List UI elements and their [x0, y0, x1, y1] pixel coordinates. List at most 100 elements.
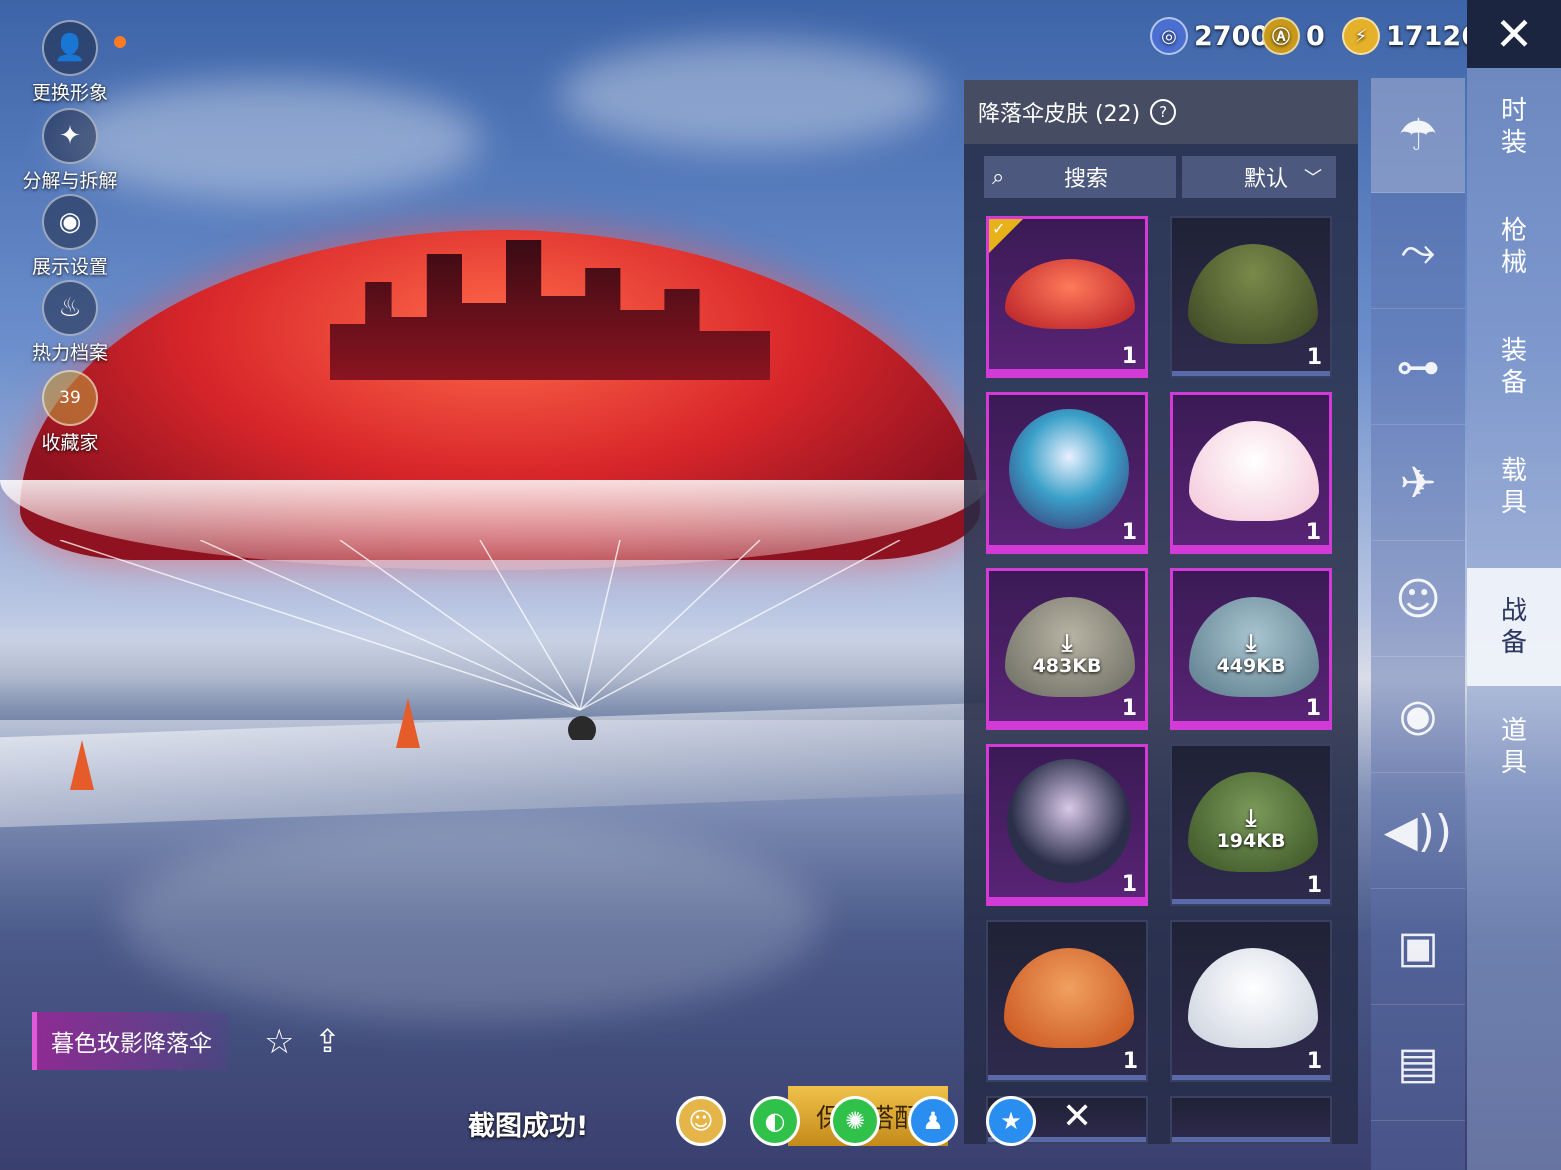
avatar-icon: 👤	[42, 20, 98, 76]
skin-thumbnail	[1004, 948, 1134, 1048]
notification-dot	[114, 36, 126, 48]
tab-equipment[interactable]: 装备	[1467, 308, 1561, 426]
panel-header: 降落伞皮肤 (22) ?	[964, 80, 1358, 144]
heat-archive-label: 热力档案	[31, 342, 108, 364]
close-button[interactable]: ✕	[1467, 0, 1561, 68]
skin-thumbnail	[1188, 948, 1318, 1048]
skin-thumbnail	[1189, 421, 1319, 521]
parachute-lines	[59, 540, 901, 740]
search-placeholder: 搜索	[1064, 167, 1109, 192]
download-overlay[interactable]: ⤓ 483KB	[989, 631, 1145, 677]
chat-bubble-icon[interactable]: ▣	[1371, 890, 1465, 1005]
download-icon: ⤓	[1245, 629, 1257, 657]
category-icon-column: ☂ ⤳ ⊶ ✈ ☺ ◉ ◀)) ▣ ▤	[1371, 78, 1465, 1170]
share-avatar-icon[interactable]: ☺	[676, 1096, 726, 1146]
display-settings-label: 展示设置	[31, 256, 108, 278]
decompose-button[interactable]: ✦ 分解与拆解	[18, 108, 122, 193]
selected-item-name: 暮色玫影降落伞	[32, 1012, 228, 1070]
close-icon: ✕	[1494, 7, 1534, 61]
bp-lightning-icon: ⚡	[1342, 17, 1380, 55]
emote-icon[interactable]: ☺	[1371, 542, 1465, 657]
skin-list-panel: 降落伞皮肤 (22) ? ⌕ 搜索 默认 ﹀ ✓ 1 1 1 1 ⤓ 483KB …	[964, 80, 1358, 1144]
companion-icon[interactable]: ◉	[1371, 658, 1465, 773]
share-close-icon[interactable]: ✕	[1062, 1096, 1092, 1137]
main-category-tabs: 时装 枪械 装备 载具 战备 道具	[1467, 68, 1561, 1170]
download-size: 194KB	[1216, 830, 1286, 852]
item-count: 1	[1121, 872, 1137, 897]
skin-card[interactable]: 1	[1170, 392, 1332, 554]
skin-thumbnail	[1009, 409, 1129, 529]
airplane-icon[interactable]: ✈	[1371, 426, 1465, 541]
drone-icon[interactable]: ⊶	[1371, 310, 1465, 425]
gold-ag-icon: Ⓐ	[1262, 17, 1300, 55]
screenshot-toast: 截图成功!	[468, 1111, 589, 1142]
skin-card[interactable]: ⤓ 483KB 1	[986, 568, 1148, 730]
heat-archive-button[interactable]: ♨ 热力档案	[18, 280, 122, 365]
collector-badge-icon: 39	[42, 370, 98, 426]
equipped-check-icon: ✓	[989, 219, 1023, 253]
help-icon[interactable]: ?	[1150, 99, 1177, 125]
skin-card[interactable]: 1	[986, 744, 1148, 906]
bp-amount: 17126	[1386, 20, 1480, 52]
download-overlay[interactable]: ⤓ 194KB	[1172, 806, 1330, 852]
eye-icon: ◉	[42, 194, 98, 250]
ag-amount: 0	[1306, 20, 1325, 52]
skin-card[interactable]: ⤓ 449KB 1	[1170, 568, 1332, 730]
qq-icon[interactable]: ♟	[908, 1096, 958, 1146]
tab-weapons[interactable]: 枪械	[1467, 188, 1561, 306]
uc-coin-icon: ◎	[1150, 17, 1188, 55]
qzone-icon[interactable]: ★	[986, 1096, 1036, 1146]
search-input[interactable]: ⌕ 搜索	[984, 156, 1176, 198]
gallery-icon[interactable]: ▤	[1371, 1006, 1465, 1121]
traffic-cone	[70, 740, 94, 790]
item-count: 1	[1122, 1049, 1138, 1074]
wechat-icon[interactable]: ◐	[750, 1096, 800, 1146]
uc-amount: 2700	[1194, 20, 1270, 52]
currency-bp[interactable]: ⚡ 17126	[1342, 16, 1480, 56]
sound-icon[interactable]: ◀))	[1371, 774, 1465, 889]
favorite-star-icon[interactable]: ☆	[264, 1022, 294, 1062]
collector-button[interactable]: 39 收藏家	[18, 370, 122, 455]
skin-card[interactable]: 1	[1170, 216, 1332, 378]
skin-card[interactable]: 1	[986, 392, 1148, 554]
skin-thumbnail	[1188, 244, 1318, 344]
sort-label: 默认	[1243, 167, 1288, 192]
skin-card[interactable]	[1170, 1096, 1332, 1144]
download-size: 483KB	[1032, 655, 1102, 677]
currency-uc[interactable]: ◎ 2700	[1150, 16, 1269, 56]
decompose-label: 分解与拆解	[22, 170, 118, 192]
currency-ag[interactable]: Ⓐ 0	[1262, 16, 1325, 56]
share-icon[interactable]: ⇪	[314, 1022, 341, 1060]
sort-dropdown[interactable]: 默认 ﹀	[1182, 156, 1336, 198]
item-count: 1	[1121, 344, 1137, 369]
panel-title: 降落伞皮肤 (22)	[978, 102, 1141, 127]
tab-vehicles[interactable]: 载具	[1467, 428, 1561, 546]
skin-card[interactable]: ✓ 1	[986, 216, 1148, 378]
download-size: 449KB	[1216, 655, 1286, 677]
flame-icon: ♨	[42, 280, 98, 336]
download-icon: ⤓	[1245, 804, 1257, 832]
search-icon: ⌕	[992, 164, 1005, 190]
chevron-down-icon: ﹀	[1304, 168, 1322, 189]
download-overlay[interactable]: ⤓ 449KB	[1173, 631, 1329, 677]
parachute-icon[interactable]: ☂	[1371, 78, 1465, 193]
tab-items[interactable]: 道具	[1467, 688, 1561, 806]
item-count: 1	[1306, 345, 1322, 370]
tab-fashion[interactable]: 时装	[1467, 68, 1561, 186]
puzzle-icon: ✦	[42, 108, 98, 164]
skin-thumbnail	[1007, 759, 1131, 883]
change-avatar-label: 更换形象	[31, 82, 108, 104]
skin-card[interactable]: 1	[986, 920, 1148, 1082]
item-count: 1	[1121, 520, 1137, 545]
skin-card[interactable]: ⤓ 194KB 1	[1170, 744, 1332, 906]
item-count: 1	[1121, 696, 1137, 721]
item-count: 1	[1306, 1049, 1322, 1074]
item-count: 1	[1305, 696, 1321, 721]
collector-label: 收藏家	[41, 432, 99, 454]
moments-icon[interactable]: ✺	[830, 1096, 880, 1146]
skin-card[interactable]: 1	[1170, 920, 1332, 1082]
display-settings-button[interactable]: ◉ 展示设置	[18, 194, 122, 279]
skydiving-icon[interactable]: ⤳	[1371, 194, 1465, 309]
change-avatar-button[interactable]: 👤 更换形象	[18, 20, 126, 105]
tab-battle-gear[interactable]: 战备	[1467, 568, 1561, 686]
